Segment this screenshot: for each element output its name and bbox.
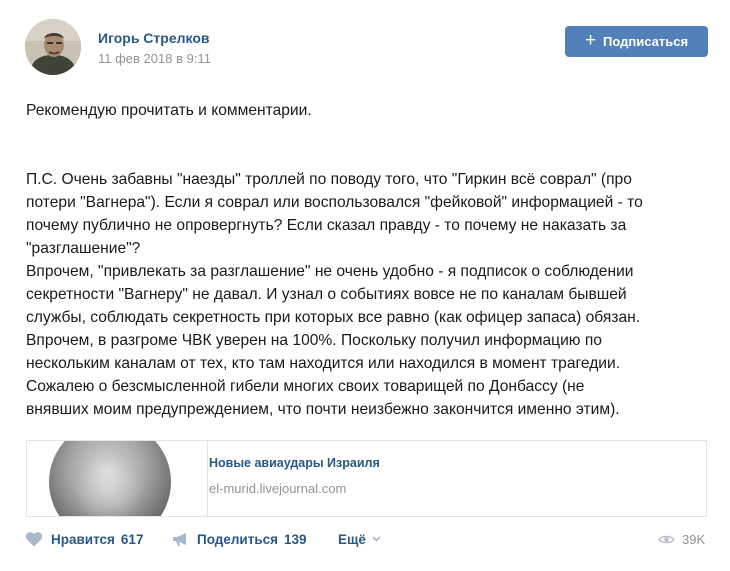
like-button[interactable]: Нравится 617 (25, 527, 143, 551)
link-thumbnail[interactable] (49, 441, 171, 516)
author-name[interactable]: Игорь Стрелков (98, 30, 210, 46)
post-text-line: Сожалею о безсмысленной гибели многих св… (26, 378, 585, 395)
heart-icon (25, 531, 43, 547)
author-avatar[interactable] (25, 19, 81, 75)
views-count: 39K (682, 531, 706, 547)
megaphone-icon (172, 532, 189, 547)
more-button[interactable]: Ещё (338, 527, 381, 551)
post-text-line: почему публично не опровергнуть? Если ск… (26, 217, 627, 234)
share-button[interactable]: Поделиться 139 (172, 527, 307, 551)
post-date[interactable]: 11 фев 2018 в 9:11 (98, 51, 211, 66)
post-text-line: службы, соблюдать секретность при которы… (26, 309, 641, 326)
post-text-line: "разглашение"? (26, 240, 141, 257)
post: Игорь Стрелков 11 фев 2018 в 9:11 + Подп… (0, 0, 730, 571)
eye-icon (658, 534, 675, 545)
post-text-line: Впрочем, в разгроме ЧВК уверен на 100%. … (26, 332, 602, 349)
like-label: Нравится (51, 531, 115, 547)
post-text-line: Рекомендую прочитать и комментарии. (26, 102, 312, 119)
more-label: Ещё (338, 531, 366, 547)
link-title[interactable]: Новые авиаудары Израиля (209, 456, 380, 470)
post-text-line: нескольким каналам от тех, кто там наход… (26, 355, 621, 372)
link-card[interactable]: Новые авиаудары Израиля el-murid.livejou… (26, 440, 707, 517)
avatar-photo (25, 19, 81, 75)
post-text-line: потери "Вагнера"). Если я соврал или вос… (26, 194, 643, 211)
post-actions: Нравится 617 Поделиться 139 Ещё 39K (0, 527, 730, 551)
link-domain: el-murid.livejournal.com (209, 481, 347, 496)
post-text-line: П.С. Очень забавны "наезды" троллей по п… (26, 171, 632, 188)
post-text-line: внявших моим предупреждением, что почти … (26, 401, 620, 418)
plus-icon: + (584, 30, 597, 51)
share-count: 139 (284, 531, 307, 547)
link-divider (207, 441, 208, 516)
like-count: 617 (120, 531, 144, 547)
post-text-line: секретности "Вагнеру" не давал. И узнал … (26, 286, 627, 303)
subscribe-label: Подписаться (603, 34, 689, 49)
chevron-down-icon (372, 536, 381, 542)
views-counter: 39K (658, 527, 705, 551)
subscribe-button[interactable]: + Подписаться (565, 26, 708, 57)
post-text: Рекомендую прочитать и комментарии. П.С.… (26, 99, 716, 421)
post-text-line: Впрочем, "привлекать за разглашение" не … (26, 263, 634, 280)
share-label: Поделиться (197, 531, 279, 547)
